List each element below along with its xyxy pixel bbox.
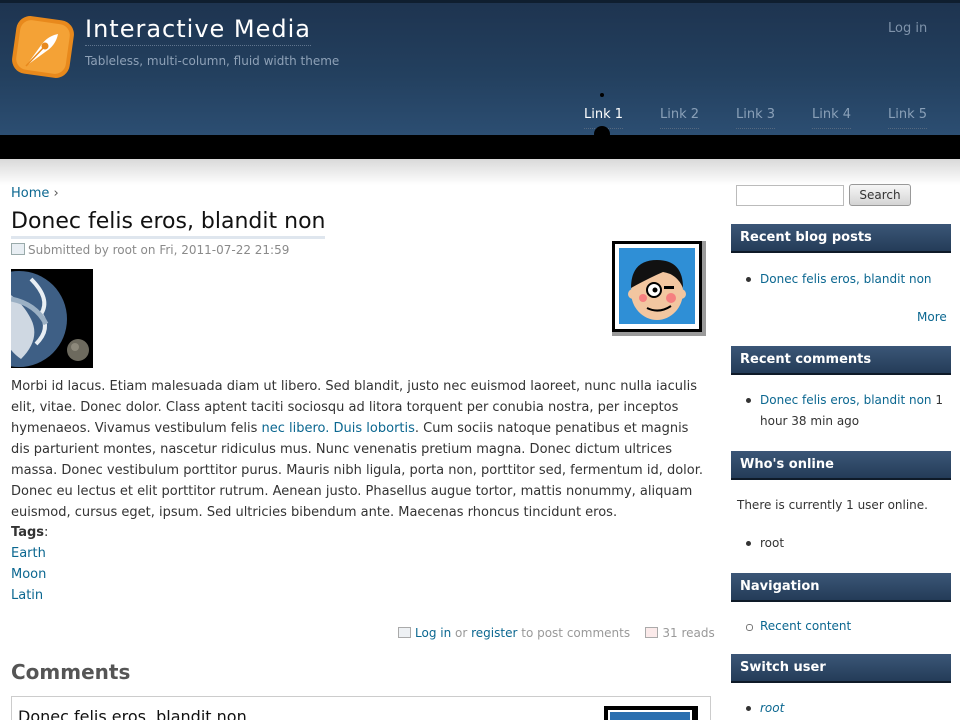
recent-comment-item: Donec felis eros, blandit non 1 hour 38 … — [746, 390, 951, 432]
submitted-date: Fri, 2011-07-22 21:59 — [159, 243, 290, 257]
block-title-switch-user: Switch user — [731, 654, 951, 683]
submitted-on-label: on — [140, 243, 156, 257]
page-title: Donec felis eros, blandit non — [11, 208, 326, 239]
body-inline-link[interactable]: nec libero. Duis lobortis — [262, 421, 415, 436]
recent-posts-more-link[interactable]: More — [917, 310, 947, 324]
comment-login-link[interactable]: Log in — [415, 626, 451, 640]
menu-active-indicator — [594, 126, 610, 142]
comment-item: Donec felis eros, blandit non — [11, 696, 711, 720]
breadcrumb: Home › — [11, 186, 59, 201]
recent-comment-time-1: 1 — [935, 393, 944, 407]
pen-nib-logo-icon[interactable] — [12, 16, 74, 78]
switch-user-item: root — [746, 698, 951, 719]
comment-avatar[interactable] — [604, 706, 698, 720]
tags-list: Tags: Earth Moon Latin — [11, 522, 48, 606]
menu-link-1[interactable]: Link 1 — [584, 107, 624, 129]
user-avatar-picture — [619, 248, 695, 324]
node-links: Log in or register to post comments 31 r… — [398, 626, 715, 640]
site-slogan: Tableless, multi-column, fluid width the… — [85, 54, 340, 68]
breadcrumb-separator: › — [53, 186, 59, 201]
tags-label: Tags — [11, 525, 45, 540]
search-button[interactable]: Search — [849, 184, 911, 206]
online-user-name[interactable]: root — [760, 536, 784, 550]
menu-link-4[interactable]: Link 4 — [812, 107, 852, 129]
tag-link-latin[interactable]: Latin — [11, 588, 43, 603]
site-name[interactable]: Interactive Media — [85, 15, 311, 46]
switch-user-link-root[interactable]: root — [760, 701, 784, 715]
tags-colon: : — [44, 525, 49, 540]
breadcrumb-home-link[interactable]: Home — [11, 186, 49, 201]
online-count-text: There is currently 1 user online. — [737, 498, 928, 512]
search-input[interactable] — [736, 185, 844, 206]
navigation-item: Recent content — [746, 616, 951, 637]
menu-link-2[interactable]: Link 2 — [660, 107, 700, 129]
block-title-navigation: Navigation — [731, 573, 951, 602]
submitted-info: Submitted by root on Fri, 2011-07-22 21:… — [11, 243, 289, 257]
recent-comment-time-2: hour 38 min ago — [760, 414, 860, 428]
block-title-recent-comments: Recent comments — [731, 346, 951, 375]
online-user-item: root — [746, 533, 951, 554]
register-link[interactable]: register — [471, 626, 517, 640]
comments-heading: Comments — [11, 660, 131, 684]
statistics-icon — [645, 627, 659, 638]
menu-active-dot — [600, 93, 604, 97]
nav-recent-content-link[interactable]: Recent content — [760, 619, 851, 633]
recent-post-link[interactable]: Donec felis eros, blandit non — [760, 272, 932, 286]
tag-link-earth[interactable]: Earth — [11, 546, 46, 561]
calendar-icon — [11, 243, 25, 255]
block-title-recent-blog-posts: Recent blog posts — [731, 224, 951, 253]
recent-post-item: Donec felis eros, blandit non — [746, 269, 951, 290]
header-login-link[interactable]: Log in — [888, 21, 927, 36]
header-shadow — [0, 159, 960, 185]
menu-link-3[interactable]: Link 3 — [736, 107, 776, 129]
author-avatar[interactable] — [612, 241, 706, 336]
comment-title-link[interactable]: Donec felis eros, blandit non — [18, 707, 247, 720]
earth-moon-image — [11, 269, 93, 368]
comment-icon — [398, 627, 411, 638]
tag-link-moon[interactable]: Moon — [11, 567, 46, 582]
author-name[interactable]: root — [113, 243, 137, 257]
reads-count: 31 reads — [662, 626, 715, 640]
node-body: Morbi id lacus. Etiam malesuada diam ut … — [11, 376, 711, 523]
submitted-by-label: Submitted by — [28, 243, 109, 257]
primary-menu: Link 1 Link 2 Link 3 Link 4 Link 5 — [0, 107, 960, 129]
recent-comment-link[interactable]: Donec felis eros, blandit non — [760, 393, 932, 407]
site-header: Interactive Media Tableless, multi-colum… — [0, 0, 960, 135]
menu-link-5[interactable]: Link 5 — [888, 107, 928, 129]
or-text: or — [455, 626, 468, 640]
to-post-comments-text: to post comments — [521, 626, 631, 640]
block-title-whos-online: Who's online — [731, 451, 951, 480]
header-bottom-bar — [0, 135, 960, 159]
